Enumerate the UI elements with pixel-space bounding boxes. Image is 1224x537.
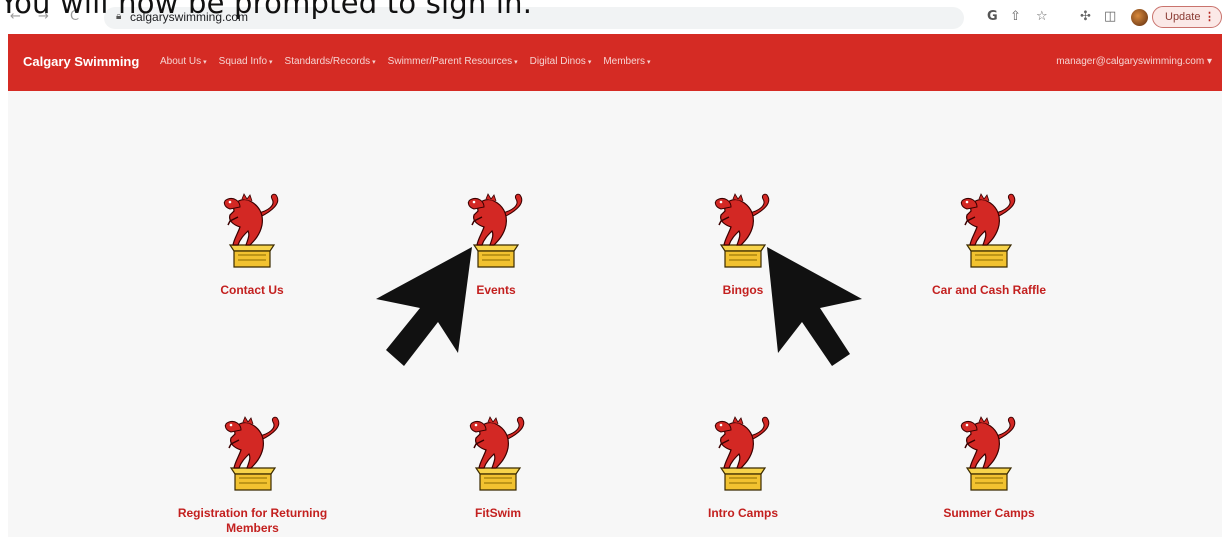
tile-car-and-cash-raffle[interactable]: Car and Cash Raffle	[909, 191, 1069, 298]
google-icon[interactable]: G	[987, 9, 998, 24]
instruction-caption: You will now be prompted to sign in.	[0, 0, 533, 20]
tile-label[interactable]: Registration for Returning Members	[165, 506, 340, 536]
tile-fitswim[interactable]: FitSwim	[418, 414, 578, 521]
tile-label[interactable]: Contact Us	[172, 283, 332, 298]
menu-item-digital-dinos[interactable]: Digital Dinos ▾	[530, 56, 592, 67]
dino-logo-icon	[957, 191, 1021, 271]
pointer-arrow-icon	[376, 247, 472, 366]
tile-contact-us[interactable]: Contact Us	[172, 191, 332, 298]
dino-logo-icon	[957, 414, 1021, 494]
chevron-down-icon: ▾	[1206, 56, 1212, 67]
chevron-down-icon: ▾	[203, 59, 207, 66]
browser-menu-icon[interactable]: ⋮	[1204, 7, 1215, 27]
tile-label[interactable]: FitSwim	[418, 506, 578, 521]
main-menu: About Us ▾ Squad Info ▾ Standards/Records ▾…	[160, 56, 651, 67]
menu-item-members[interactable]: Members ▾	[603, 56, 650, 67]
site-brand[interactable]: Calgary Swimming	[23, 54, 139, 69]
chevron-down-icon: ▾	[514, 59, 518, 66]
profile-avatar[interactable]	[1131, 9, 1148, 26]
dino-logo-icon	[711, 414, 775, 494]
chevron-down-icon: ▾	[647, 59, 651, 66]
dino-logo-icon	[466, 414, 530, 494]
share-icon[interactable]: ⇧	[1010, 9, 1021, 24]
menu-item-swimmer-parent-resources[interactable]: Swimmer/Parent Resources ▾	[388, 56, 518, 67]
site-navbar: Calgary Swimming About Us ▾ Squad Info ▾ S…	[8, 34, 1222, 91]
menu-item-about-us[interactable]: About Us ▾	[160, 56, 207, 67]
tile-label[interactable]: Intro Camps	[663, 506, 823, 521]
tile-registration-returning-members[interactable]: Registration for Returning Members	[165, 414, 340, 536]
dino-logo-icon	[221, 414, 285, 494]
tile-summer-camps[interactable]: Summer Camps	[909, 414, 1069, 521]
bookmark-star-icon[interactable]: ☆	[1036, 9, 1048, 24]
dino-logo-icon	[220, 191, 284, 271]
chevron-down-icon: ▾	[372, 59, 376, 66]
menu-item-standards-records[interactable]: Standards/Records ▾	[285, 56, 376, 67]
menu-item-squad-info[interactable]: Squad Info ▾	[219, 56, 273, 67]
chevron-down-icon: ▾	[269, 59, 273, 66]
side-panel-icon[interactable]: ◫	[1104, 9, 1116, 24]
extensions-icon[interactable]: ✣	[1080, 9, 1091, 24]
account-menu[interactable]: manager@calgaryswimming.com ▾	[1056, 56, 1212, 67]
chevron-down-icon: ▾	[587, 59, 592, 66]
tile-label[interactable]: Summer Camps	[909, 506, 1069, 521]
pointer-arrow-icon	[767, 247, 862, 366]
screenshot: ← → C 🔒︎ calgaryswimming.com G ⇧ ☆ ✣ ◫ U…	[0, 0, 1224, 537]
update-button[interactable]: Update ⋮	[1152, 6, 1222, 28]
tile-label[interactable]: Car and Cash Raffle	[909, 283, 1069, 298]
update-button-label: Update	[1165, 11, 1201, 23]
tile-intro-camps[interactable]: Intro Camps	[663, 414, 823, 521]
tiles-grid: Contact Us Events Bingos Car and Cash Ra…	[8, 91, 1222, 537]
